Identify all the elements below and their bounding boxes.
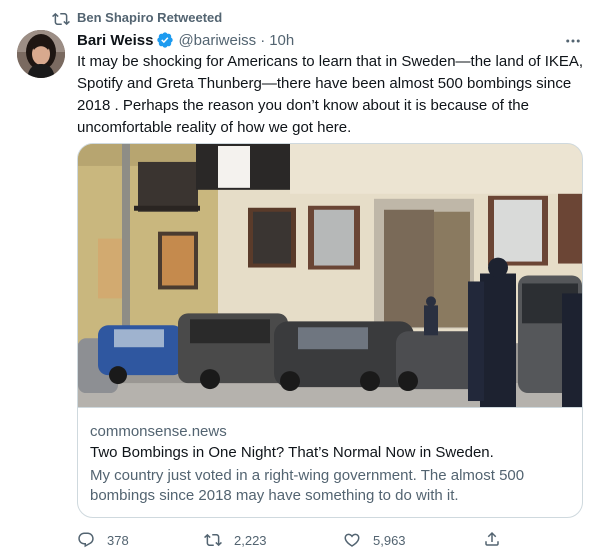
reply-icon — [78, 532, 94, 548]
like-button[interactable]: 5,963 — [343, 529, 406, 551]
like-count: 5,963 — [373, 532, 406, 548]
card-image — [78, 144, 582, 408]
tweet-action-bar: 378 2,223 5,963 — [0, 528, 598, 552]
user-handle[interactable]: @bariweiss — [178, 32, 256, 49]
card-title: Two Bombings in One Night? That’s Normal… — [90, 444, 494, 461]
retweet-label[interactable]: Ben Shapiro Retweeted — [77, 10, 222, 25]
retweet-icon — [204, 533, 222, 547]
header-separator: · — [260, 31, 266, 49]
heart-icon — [344, 533, 360, 547]
reply-count: 378 — [107, 532, 129, 548]
tweet-text: It may be shocking for Americans to lear… — [77, 53, 588, 136]
link-preview-card[interactable]: commonsense.news Two Bombings in One Nig… — [77, 143, 583, 518]
avatar-image — [17, 30, 65, 78]
display-name[interactable]: Bari Weiss — [77, 32, 153, 49]
retweet-icon — [52, 12, 70, 26]
tweet-header: Bari Weiss @bariweiss · 10h — [77, 30, 294, 50]
more-options-icon[interactable] — [564, 32, 582, 50]
share-icon — [485, 531, 499, 546]
retweet-button[interactable]: 2,223 — [204, 529, 267, 551]
verified-badge-icon — [157, 32, 174, 48]
avatar[interactable] — [17, 30, 65, 78]
share-button[interactable] — [483, 528, 501, 550]
tweet-timestamp[interactable]: 10h — [269, 32, 294, 49]
card-domain: commonsense.news — [90, 423, 227, 440]
card-description: My country just voted in a right-wing go… — [90, 467, 525, 504]
reply-button[interactable]: 378 — [77, 529, 129, 551]
retweet-count: 2,223 — [234, 532, 267, 548]
